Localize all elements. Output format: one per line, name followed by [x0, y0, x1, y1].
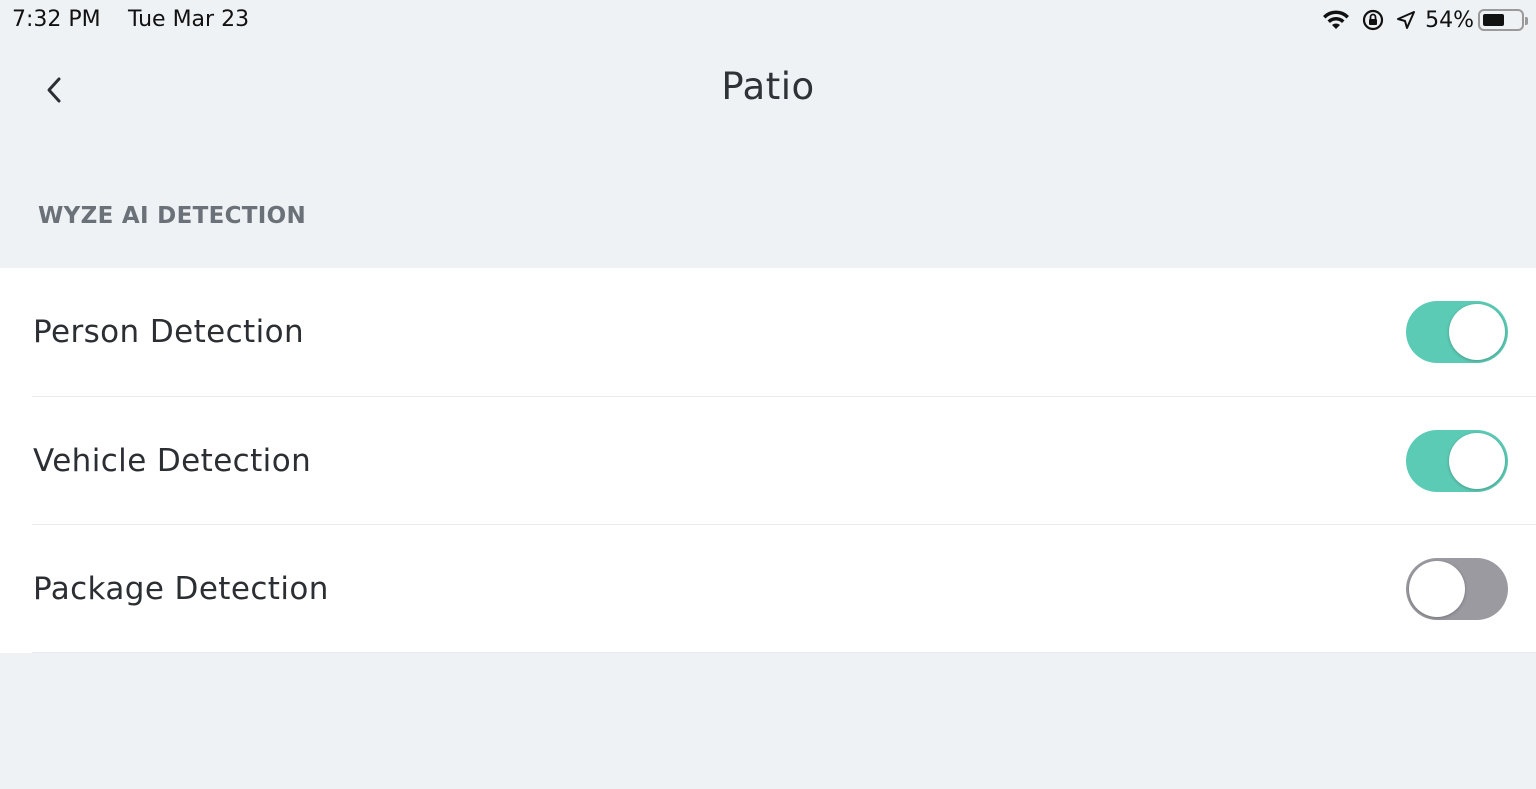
page-title: Patio [721, 65, 815, 108]
setting-row-person-detection: Person Detection [0, 268, 1536, 396]
location-arrow-icon [1395, 9, 1417, 31]
screen: 7:32 PM Tue Mar 23 54% Patio WYZE AI DET… [0, 0, 1536, 789]
status-date: Tue Mar 23 [128, 7, 250, 32]
setting-label: Package Detection [33, 570, 329, 607]
setting-row-vehicle-detection: Vehicle Detection [32, 396, 1536, 524]
person-detection-toggle[interactable] [1406, 301, 1508, 363]
nav-bar: Patio [0, 40, 1536, 140]
toggle-knob [1449, 304, 1505, 360]
toggle-knob [1409, 560, 1465, 617]
wifi-icon [1321, 8, 1351, 32]
setting-row-package-detection: Package Detection [32, 524, 1536, 652]
toggle-knob [1449, 432, 1505, 489]
status-bar: 7:32 PM Tue Mar 23 54% [0, 0, 1536, 40]
battery-percentage: 54% [1425, 7, 1474, 33]
status-icons: 54% [1311, 6, 1528, 34]
battery-icon [1478, 9, 1528, 31]
status-time: 7:32 PM [12, 7, 101, 32]
setting-label: Vehicle Detection [33, 442, 312, 479]
rotation-lock-icon [1361, 8, 1385, 32]
section-header: WYZE AI DETECTION [38, 203, 307, 229]
battery-fill [1483, 14, 1504, 26]
package-detection-toggle[interactable] [1406, 557, 1508, 620]
vehicle-detection-toggle[interactable] [1406, 429, 1508, 492]
setting-label: Person Detection [33, 314, 305, 350]
settings-list: Person Detection Vehicle Detection Packa… [0, 268, 1536, 653]
divider [32, 652, 1536, 653]
